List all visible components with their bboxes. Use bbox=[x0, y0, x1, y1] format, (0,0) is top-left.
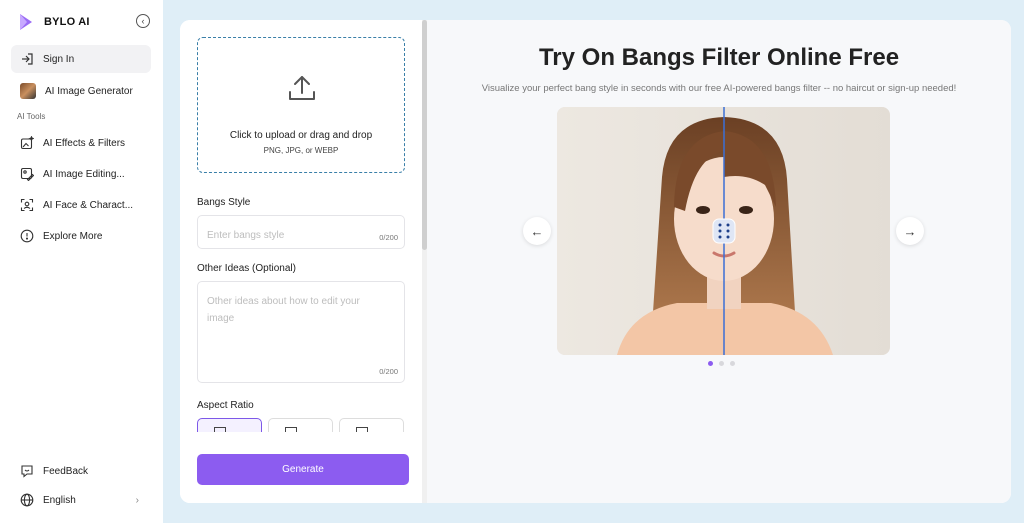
aspect-ratio-option[interactable] bbox=[339, 418, 404, 432]
collapse-sidebar-icon[interactable]: ‹ bbox=[136, 14, 150, 28]
sidebar: BYLO AI ‹ Sign In AI Image Generator AI … bbox=[0, 0, 163, 523]
carousel-pagination bbox=[708, 361, 735, 366]
feedback-button[interactable]: FeedBack bbox=[11, 457, 151, 485]
aspect-ratio-shape-icon bbox=[356, 427, 368, 432]
sidebar-item-label: AI Face & Charact... bbox=[43, 199, 134, 211]
carousel-dot[interactable] bbox=[719, 361, 724, 366]
other-ideas-label: Other Ideas (Optional) bbox=[197, 263, 296, 274]
aspect-ratio-option[interactable] bbox=[268, 418, 333, 432]
brand-name: BYLO AI bbox=[44, 16, 90, 28]
bangs-style-input[interactable]: Enter bangs style 0/200 bbox=[197, 215, 405, 249]
language-selector[interactable]: English › bbox=[11, 486, 151, 514]
sidebar-item-label: AI Image Generator bbox=[45, 85, 133, 97]
section-label-ai-tools: AI Tools bbox=[17, 112, 46, 121]
bangs-style-char-count: 0/200 bbox=[379, 233, 398, 242]
comparison-slider-handle-icon[interactable] bbox=[712, 218, 736, 244]
aspect-ratio-label: Aspect Ratio bbox=[197, 400, 254, 411]
sign-in-icon bbox=[22, 53, 33, 65]
feedback-icon bbox=[21, 465, 33, 478]
feedback-label: FeedBack bbox=[43, 465, 89, 477]
language-label: English bbox=[43, 494, 76, 506]
other-ideas-char-count: 0/200 bbox=[379, 367, 398, 376]
compass-icon bbox=[20, 229, 34, 243]
carousel-dot[interactable] bbox=[730, 361, 735, 366]
sparkle-image-icon bbox=[20, 136, 34, 150]
sidebar-item-effects-filters[interactable]: AI Effects & Filters bbox=[11, 129, 151, 157]
bangs-style-label: Bangs Style bbox=[197, 197, 251, 208]
form-panel: Click to upload or drag and drop PNG, JP… bbox=[180, 20, 423, 503]
bylo-logo-icon bbox=[20, 14, 32, 30]
bangs-style-placeholder: Enter bangs style bbox=[207, 230, 285, 241]
sign-in-label: Sign In bbox=[43, 53, 75, 65]
upload-icon bbox=[289, 76, 315, 100]
image-generator-thumbnail-icon bbox=[20, 83, 36, 99]
sidebar-item-image-editing[interactable]: AI Image Editing... bbox=[11, 160, 151, 188]
sidebar-item-label: AI Image Editing... bbox=[43, 168, 125, 180]
sidebar-item-label: Explore More bbox=[43, 230, 103, 242]
aspect-ratio-option[interactable] bbox=[197, 418, 262, 432]
portrait-illustration bbox=[557, 107, 890, 355]
brand[interactable]: BYLO AI bbox=[18, 13, 90, 31]
image-edit-icon bbox=[20, 167, 34, 181]
upload-instruction: Click to upload or drag and drop bbox=[229, 130, 373, 141]
sidebar-item-face-character[interactable]: AI Face & Charact... bbox=[11, 191, 151, 219]
aspect-ratio-shape-icon bbox=[285, 427, 297, 432]
sidebar-item-image-generator[interactable]: AI Image Generator bbox=[11, 77, 151, 105]
sidebar-item-label: AI Effects & Filters bbox=[43, 137, 126, 149]
carousel-dot[interactable] bbox=[708, 361, 713, 366]
sign-in-button[interactable]: Sign In bbox=[11, 45, 151, 73]
preview-panel: Try On Bangs Filter Online Free Visualiz… bbox=[427, 20, 1011, 503]
next-slide-button[interactable]: → bbox=[896, 217, 924, 245]
other-ideas-textarea[interactable]: Other ideas about how to edit your image… bbox=[197, 281, 405, 383]
before-after-comparison-image[interactable] bbox=[557, 107, 890, 355]
aspect-ratio-shape-icon bbox=[214, 427, 226, 432]
sidebar-item-explore-more[interactable]: Explore More bbox=[11, 222, 151, 250]
generate-button[interactable]: Generate bbox=[197, 454, 409, 485]
upload-formats: PNG, JPG, or WEBP bbox=[263, 146, 339, 155]
chevron-right-icon: › bbox=[135, 494, 139, 506]
page-title: Try On Bangs Filter Online Free bbox=[538, 44, 900, 71]
page-subtitle: Visualize your perfect bang style in sec… bbox=[481, 83, 957, 94]
face-scan-icon bbox=[20, 198, 34, 212]
other-ideas-placeholder: Other ideas about how to edit your image bbox=[207, 296, 360, 324]
main-card: Click to upload or drag and drop PNG, JP… bbox=[180, 20, 1011, 503]
upload-dropzone[interactable]: Click to upload or drag and drop PNG, JP… bbox=[197, 37, 405, 173]
aspect-ratio-options bbox=[197, 418, 405, 432]
globe-icon bbox=[20, 493, 34, 507]
previous-slide-button[interactable]: ← bbox=[523, 217, 551, 245]
